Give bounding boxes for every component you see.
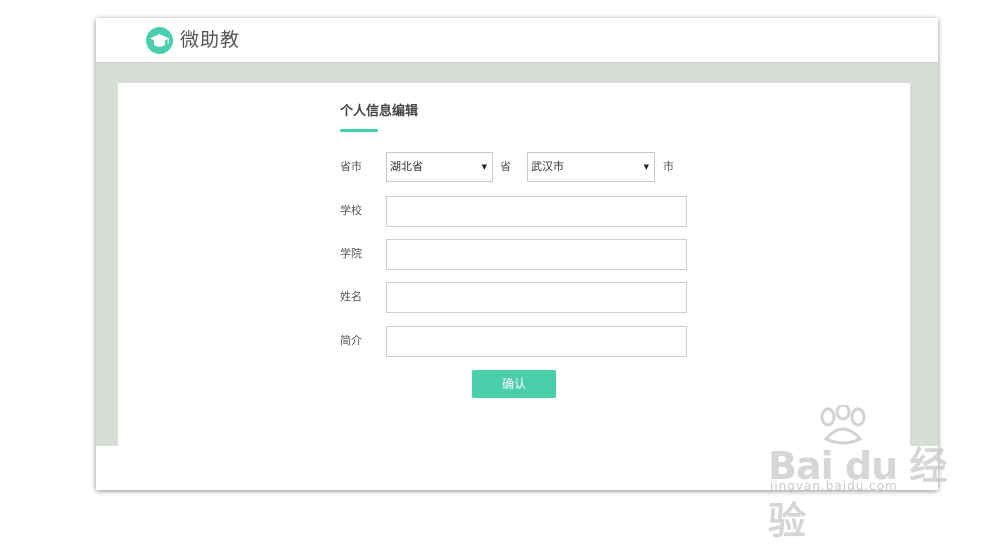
- province-select-value: 湖北省: [390, 160, 423, 173]
- baidu-jingyan-watermark: Bai du 经验 jingyan.baidu.com: [762, 405, 952, 543]
- city-unit: 市: [663, 160, 674, 173]
- chevron-down-icon: ▼: [643, 163, 649, 171]
- city-select-value: 武汉市: [531, 160, 564, 173]
- name-label: 姓名: [340, 290, 362, 303]
- app-logo-text[interactable]: 微助教: [180, 27, 240, 54]
- city-select[interactable]: 武汉市 ▼: [527, 152, 655, 182]
- name-input[interactable]: [386, 282, 687, 313]
- intro-label: 简介: [340, 334, 362, 347]
- top-header: 微助教: [96, 18, 938, 63]
- graduation-cap-icon[interactable]: [146, 27, 173, 54]
- form-title: 个人信息编辑: [340, 104, 419, 119]
- chevron-down-icon: ▼: [481, 163, 487, 171]
- intro-input[interactable]: [386, 326, 687, 357]
- college-label: 学院: [340, 247, 362, 260]
- college-input[interactable]: [386, 239, 687, 270]
- province-select[interactable]: 湖北省 ▼: [386, 152, 493, 182]
- school-label: 学校: [340, 204, 362, 217]
- school-input[interactable]: [386, 196, 687, 227]
- confirm-button[interactable]: 确认: [472, 370, 556, 398]
- title-underline: [340, 129, 378, 132]
- watermark-site: jingyan.baidu.com: [770, 479, 898, 493]
- province-city-label: 省市: [340, 160, 362, 173]
- province-unit: 省: [500, 160, 511, 173]
- screenshot-frame: 微助教 个人信息编辑 省市 湖北省 ▼ 省 武汉市 ▼ 市 学校 学院 姓名 简…: [0, 0, 1000, 543]
